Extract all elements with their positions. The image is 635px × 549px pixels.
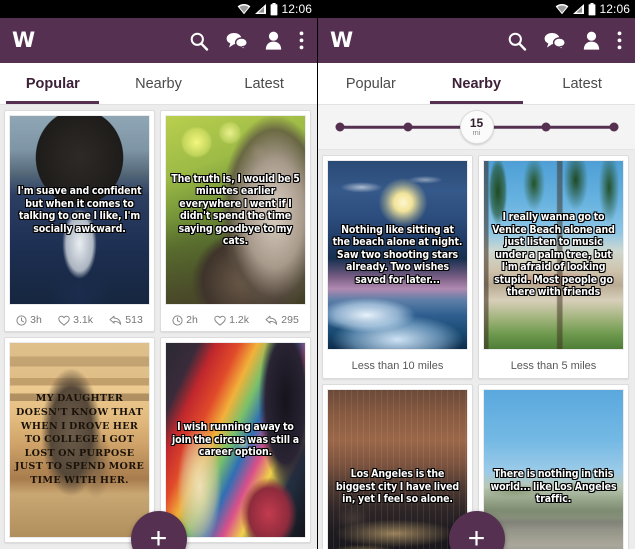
whisper-image: Nothing like sitting at the beach alone … <box>327 160 468 350</box>
whisper-image: My daughter doesn't know that when I dro… <box>9 342 150 538</box>
reply-stat: 513 <box>109 314 143 326</box>
whisper-text: Nothing like sitting at the beach alone … <box>332 223 463 286</box>
app-bar-actions <box>507 31 626 51</box>
heart-stat: 3.1k <box>58 314 93 326</box>
tab-latest[interactable]: Latest <box>211 63 317 104</box>
whisper-meta: 3h 3.1k 513 <box>5 309 154 331</box>
slider-stop[interactable] <box>335 122 345 132</box>
whisper-card[interactable]: Los Angeles is the biggest city I have l… <box>322 384 473 549</box>
whisper-card[interactable]: Nothing like sitting at the beach alone … <box>322 155 473 379</box>
status-bar-clock: 12:06 <box>599 2 630 16</box>
whisper-meta: 2h 1.2k 295 <box>161 309 310 331</box>
signal-icon <box>255 4 267 14</box>
whisper-card[interactable]: I wish running away to join the circus w… <box>160 337 311 543</box>
reply-value: 513 <box>125 314 143 326</box>
reply-value: 295 <box>281 314 299 326</box>
slider-unit: mi <box>472 127 481 137</box>
search-icon[interactable] <box>507 31 527 51</box>
plus-icon: + <box>149 522 168 549</box>
tab-bar-right: Popular Nearby Latest <box>318 63 635 105</box>
app-bar: W <box>0 18 317 63</box>
slider-value: 15 <box>469 115 484 130</box>
screenshot-comparison: 12:06 W Popular Nearby Latest I'm suave … <box>0 0 635 549</box>
tab-popular[interactable]: Popular <box>0 63 106 104</box>
app-logo: W <box>12 28 35 52</box>
whisper-text: I'm suave and confident but when it come… <box>17 185 142 235</box>
heart-value: 3.1k <box>73 314 93 326</box>
reply-icon <box>265 315 278 325</box>
slider-stop[interactable] <box>609 122 619 132</box>
tab-nearby[interactable]: Nearby <box>106 63 212 104</box>
heart-icon <box>214 315 226 326</box>
whisper-image: I'm suave and confident but when it come… <box>9 115 150 305</box>
whisper-image: Los Angeles is the biggest city I have l… <box>327 389 468 549</box>
time-stat: 2h <box>172 314 198 326</box>
chat-icon[interactable] <box>544 32 566 50</box>
slider-thumb[interactable]: 15 mi <box>459 110 494 144</box>
slider-stop[interactable] <box>403 122 413 132</box>
time-value: 2h <box>186 314 198 326</box>
tab-nearby[interactable]: Nearby <box>424 63 530 104</box>
search-icon[interactable] <box>189 31 209 51</box>
reply-icon <box>109 315 122 325</box>
whisper-text: Los Angeles is the biggest city I have l… <box>335 468 460 506</box>
profile-icon[interactable] <box>583 31 600 50</box>
screen-popular: 12:06 W Popular Nearby Latest I'm suave … <box>0 0 317 549</box>
whisper-text: There is nothing in this world... like L… <box>490 468 617 506</box>
app-bar-actions <box>189 31 308 51</box>
time-stat: 3h <box>16 314 42 326</box>
status-bar: 12:06 <box>0 0 317 18</box>
whisper-card[interactable]: I really wanna go to Venice Beach alone … <box>478 155 629 379</box>
tab-latest[interactable]: Latest <box>529 63 635 104</box>
whisper-card[interactable]: My daughter doesn't know that when I dro… <box>4 337 155 543</box>
whisper-text: I really wanna go to Venice Beach alone … <box>492 211 615 299</box>
overflow-menu-icon[interactable] <box>299 31 304 50</box>
tab-bar-left: Popular Nearby Latest <box>0 63 317 105</box>
screen-nearby: 12:06 W Popular Nearby Latest 15 mi Noth… <box>317 0 635 549</box>
status-bar-clock: 12:06 <box>281 2 312 16</box>
slider-stop[interactable] <box>541 122 551 132</box>
plus-icon: + <box>467 522 486 549</box>
distance-slider[interactable]: 15 mi <box>318 105 635 150</box>
time-value: 3h <box>30 314 42 326</box>
heart-stat: 1.2k <box>214 314 249 326</box>
whisper-image: There is nothing in this world... like L… <box>483 389 624 549</box>
clock-icon <box>16 314 27 326</box>
whisper-feed-nearby: Nothing like sitting at the beach alone … <box>318 150 635 549</box>
whisper-image: The truth is, I would be 5 minutes earli… <box>165 115 306 305</box>
whisper-feed-popular: I'm suave and confident but when it come… <box>0 105 317 543</box>
heart-value: 1.2k <box>229 314 249 326</box>
wifi-icon <box>238 3 251 15</box>
whisper-text: I wish running away to join the circus w… <box>172 421 299 459</box>
tab-popular[interactable]: Popular <box>318 63 424 104</box>
app-bar: W <box>318 18 635 63</box>
chat-icon[interactable] <box>226 32 248 50</box>
whisper-card[interactable]: The truth is, I would be 5 minutes earli… <box>160 110 311 332</box>
whisper-text: The truth is, I would be 5 minutes earli… <box>171 172 300 248</box>
whisper-image: I really wanna go to Venice Beach alone … <box>483 160 624 350</box>
whisper-image: I wish running away to join the circus w… <box>165 342 306 538</box>
whisper-text: My daughter doesn't know that when I dro… <box>14 393 145 486</box>
distance-label: Less than 10 miles <box>351 360 444 372</box>
whisper-card[interactable]: I'm suave and confident but when it come… <box>4 110 155 332</box>
clock-icon <box>172 314 183 326</box>
app-logo: W <box>330 28 353 52</box>
battery-icon <box>271 2 278 15</box>
overflow-menu-icon[interactable] <box>617 31 622 50</box>
status-bar: 12:06 <box>318 0 635 18</box>
wifi-icon <box>556 3 569 15</box>
battery-icon <box>589 2 596 15</box>
signal-icon <box>573 4 585 14</box>
profile-icon[interactable] <box>265 31 282 50</box>
distance-label: Less than 5 miles <box>510 360 597 372</box>
reply-stat: 295 <box>265 314 299 326</box>
heart-icon <box>58 315 70 326</box>
